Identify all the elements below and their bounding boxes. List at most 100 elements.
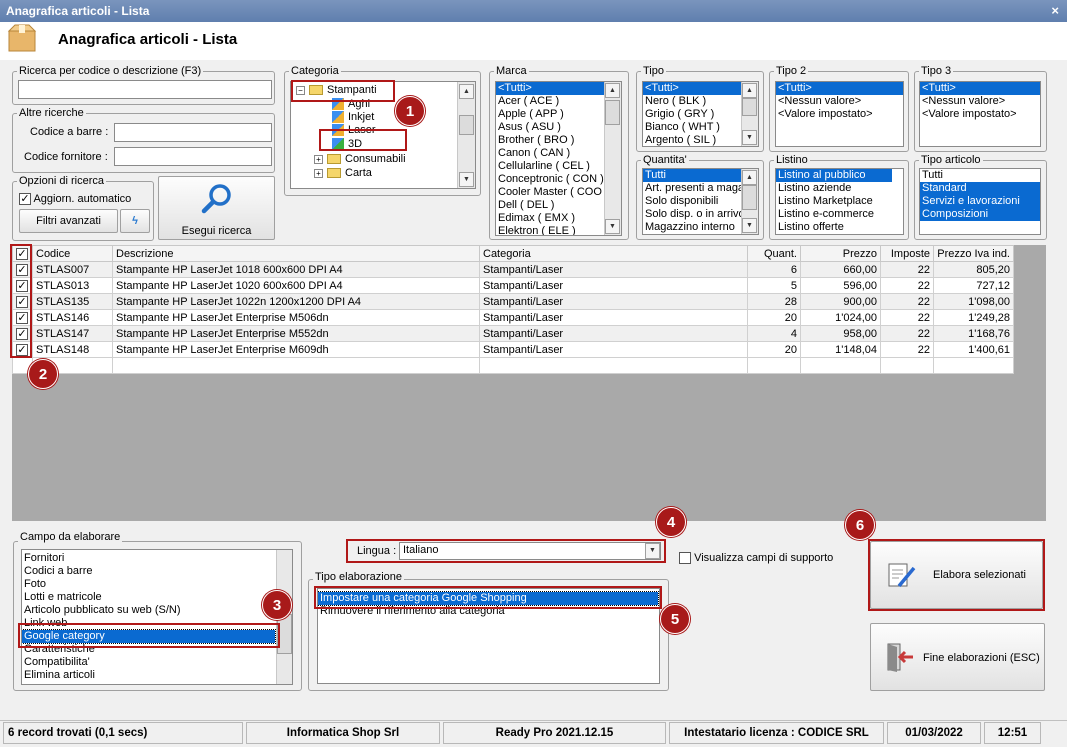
- type3-list[interactable]: <Tutti> <Nessun valore> <Valore impostat…: [919, 81, 1041, 147]
- supplier-code-label: Codice fornitore :: [24, 151, 108, 163]
- list-item[interactable]: Composizioni: [920, 208, 1040, 221]
- field-list[interactable]: Fornitori Codici a barre Foto Lotti e ma…: [21, 549, 293, 685]
- scroll-down-icon[interactable]: ▼: [742, 130, 757, 145]
- list-item[interactable]: Foto: [22, 578, 292, 591]
- table-row-empty[interactable]: [12, 357, 1014, 374]
- auto-update-checkbox[interactable]: ✓ Aggiorn. automatico: [19, 193, 131, 206]
- list-item[interactable]: <Tutti>: [920, 82, 1040, 95]
- scroll-thumb[interactable]: [742, 185, 757, 210]
- list-item[interactable]: Elimina articoli: [22, 669, 292, 682]
- scroll-up-icon[interactable]: ▲: [742, 170, 757, 185]
- table-row[interactable]: ✓ STLAS135 Stampante HP LaserJet 1022n 1…: [12, 293, 1014, 310]
- column-header[interactable]: Prezzo: [800, 245, 881, 262]
- window-title: Anagrafica articoli - Lista: [6, 4, 150, 18]
- scroll-up-icon[interactable]: ▲: [742, 83, 757, 98]
- scroll-down-icon[interactable]: ▼: [459, 172, 474, 187]
- type3-label: Tipo 3: [919, 65, 954, 77]
- column-header[interactable]: Prezzo Iva ind.: [933, 245, 1014, 262]
- pricelist-list[interactable]: Listino al pubblico Listino aziende List…: [775, 168, 904, 235]
- list-item[interactable]: Tutti: [920, 169, 1040, 182]
- checkbox-icon: ✓: [19, 193, 31, 206]
- list-item[interactable]: Standard: [920, 182, 1040, 195]
- execute-search-button[interactable]: Esegui ricerca: [158, 176, 275, 240]
- list-item[interactable]: Tutti: [643, 169, 741, 182]
- list-item[interactable]: Listino al pubblico: [776, 169, 892, 182]
- list-item[interactable]: Listino offerte: [776, 221, 903, 234]
- cell-descrizione: Stampante HP LaserJet 1020 600x600 DPI A…: [112, 277, 480, 294]
- list-item[interactable]: Dell ( DEL ): [496, 199, 621, 212]
- article-type-list[interactable]: Tutti Standard Servizi e lavorazioni Com…: [919, 168, 1041, 235]
- list-item[interactable]: <Tutti>: [643, 82, 741, 95]
- list-item[interactable]: Acer ( ACE ): [496, 95, 621, 108]
- list-item[interactable]: Brother ( BRO ): [496, 134, 621, 147]
- list-item[interactable]: Elektron ( ELE ): [496, 225, 621, 235]
- list-item[interactable]: Cooler Master ( COO ): [496, 186, 621, 199]
- scroll-thumb[interactable]: [459, 115, 474, 135]
- supplier-code-field[interactable]: [114, 147, 272, 166]
- language-select[interactable]: Italiano: [399, 542, 661, 560]
- cell-categoria: Stampanti/Laser: [479, 261, 748, 278]
- column-header[interactable]: Codice: [32, 245, 113, 262]
- tree-node-consumabili[interactable]: + Consumabili: [294, 152, 475, 167]
- list-item[interactable]: <Nessun valore>: [776, 95, 903, 108]
- tree-node-inkjet[interactable]: Inkjet: [294, 111, 475, 124]
- search-input[interactable]: [18, 80, 272, 99]
- advanced-filters-button[interactable]: Filtri avanzati: [19, 209, 118, 233]
- end-processing-button[interactable]: Fine elaborazioni (ESC): [870, 623, 1045, 691]
- list-item[interactable]: <Valore impostato>: [920, 108, 1040, 121]
- list-item[interactable]: <Tutti>: [776, 82, 903, 95]
- table-row[interactable]: ✓ STLAS013 Stampante HP LaserJet 1020 60…: [12, 277, 1014, 294]
- list-item[interactable]: Apple ( APP ): [496, 108, 621, 121]
- column-header[interactable]: Imposte: [880, 245, 934, 262]
- close-icon[interactable]: ×: [1051, 3, 1059, 18]
- scroll-up-icon[interactable]: ▲: [459, 84, 474, 99]
- table-row[interactable]: ✓ STLAS148 Stampante HP LaserJet Enterpr…: [12, 341, 1014, 358]
- list-item[interactable]: Edimax ( EMX ): [496, 212, 621, 225]
- scroll-thumb[interactable]: [605, 100, 620, 125]
- list-item[interactable]: Listino Marketplace: [776, 195, 903, 208]
- list-item[interactable]: Servizi e lavorazioni: [920, 195, 1040, 208]
- list-item[interactable]: Cellularline ( CEL ): [496, 160, 621, 173]
- cell-quant: 20: [747, 309, 801, 326]
- scroll-down-icon[interactable]: ▼: [742, 218, 757, 233]
- table-row[interactable]: ✓ STLAS007 Stampante HP LaserJet 1018 60…: [12, 261, 1014, 278]
- chevron-down-icon[interactable]: ▼: [645, 543, 660, 559]
- table-row[interactable]: ✓ STLAS146 Stampante HP LaserJet Enterpr…: [12, 309, 1014, 326]
- list-item[interactable]: Listino e-commerce: [776, 208, 903, 221]
- list-item[interactable]: Conceptronic ( CON ): [496, 173, 621, 186]
- cell-descrizione: Stampante HP LaserJet Enterprise M506dn: [112, 309, 480, 326]
- column-header[interactable]: Descrizione: [112, 245, 480, 262]
- list-item[interactable]: <Valore impostato>: [776, 108, 903, 121]
- list-item[interactable]: Codici a barre: [22, 565, 292, 578]
- list-item[interactable]: Lotti e matricole: [22, 591, 292, 604]
- brand-list[interactable]: <Tutti> Acer ( ACE ) Apple ( APP ) Asus …: [495, 81, 622, 236]
- expand-icon[interactable]: +: [314, 154, 323, 164]
- list-item[interactable]: Canon ( CAN ): [496, 147, 621, 160]
- status-version: Ready Pro 2021.12.15: [443, 722, 666, 744]
- type2-list[interactable]: <Tutti> <Nessun valore> <Valore impostat…: [775, 81, 904, 147]
- list-item[interactable]: <Tutti>: [496, 82, 604, 95]
- scroll-down-icon[interactable]: ▼: [605, 219, 620, 234]
- scroll-up-icon[interactable]: ▲: [605, 83, 620, 98]
- list-item[interactable]: Asus ( ASU ): [496, 121, 621, 134]
- column-header[interactable]: Categoria: [479, 245, 748, 262]
- cell-quant: 5: [747, 277, 801, 294]
- search-group-label: Ricerca per codice o descrizione (F3): [17, 65, 204, 77]
- column-header[interactable]: Quant.: [747, 245, 801, 262]
- cell-prezzo: 958,00: [800, 325, 881, 342]
- table-row[interactable]: ✓ STLAS147 Stampante HP LaserJet Enterpr…: [12, 325, 1014, 342]
- tree-node-carta[interactable]: + Carta: [294, 167, 475, 180]
- barcode-field[interactable]: [114, 123, 272, 142]
- lightning-icon[interactable]: ϟ: [120, 209, 150, 233]
- expand-icon[interactable]: +: [314, 168, 323, 178]
- list-item[interactable]: Compatibilita': [22, 656, 292, 669]
- list-item[interactable]: Fornitori: [22, 552, 292, 565]
- page-title: Anagrafica articoli - Lista: [58, 31, 238, 48]
- list-item[interactable]: Articolo pubblicato su web (S/N): [22, 604, 292, 617]
- step-badge: 6: [845, 510, 875, 540]
- support-fields-checkbox[interactable]: Visualizza campi di supporto: [679, 552, 833, 565]
- list-item[interactable]: <Nessun valore>: [920, 95, 1040, 108]
- list-item[interactable]: Listino aziende: [776, 182, 903, 195]
- exit-door-icon: [887, 643, 913, 672]
- scroll-thumb[interactable]: [742, 98, 757, 116]
